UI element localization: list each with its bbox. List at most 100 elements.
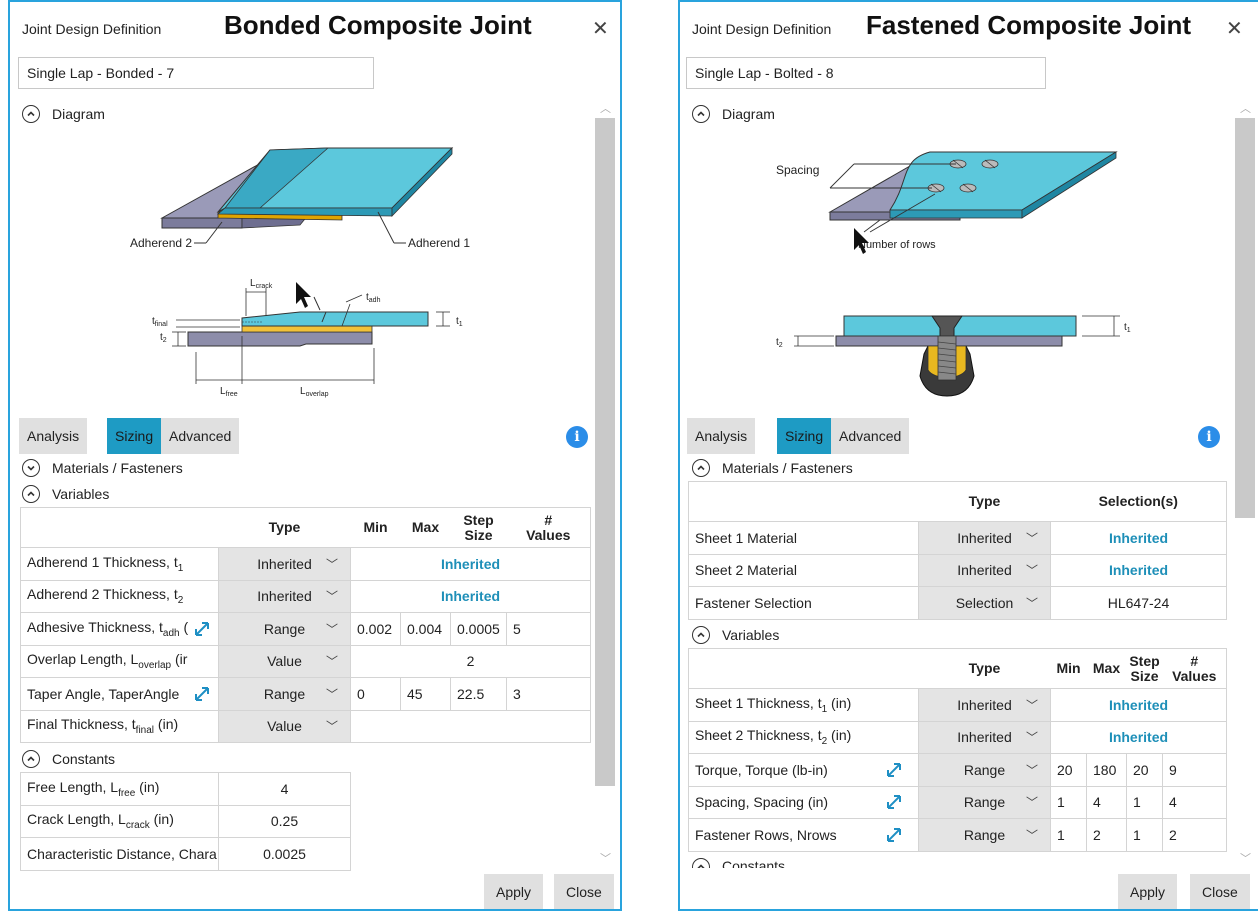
close-button[interactable]: Close [554,874,614,909]
materials-section-header[interactable]: Materials / Fasteners [22,459,183,477]
row-label: Adhesive Thickness, tadh ( [20,612,219,646]
value-input[interactable]: 2 [350,644,591,678]
min-input[interactable]: 1 [1050,818,1087,852]
scroll-down-icon[interactable]: ﹀ [1240,850,1251,866]
expand-arrows-icon[interactable] [192,619,212,639]
type-dropdown[interactable]: Value ﹀ [218,644,351,678]
step-input[interactable]: 22.5 [450,677,507,711]
min-input[interactable]: 0.002 [350,612,401,646]
num-values-input[interactable]: 2 [1162,818,1227,852]
tab-analysis[interactable]: Analysis [19,418,88,454]
tfinal-label: tfinal [152,316,168,328]
info-icon[interactable]: i [1198,426,1220,448]
col-min: Min [350,507,401,548]
constant-value[interactable]: 0.0025 [218,837,351,871]
tadh-label: tadh [366,292,381,304]
step-input[interactable]: 1 [1126,785,1163,819]
row-label: Final Thickness, tfinal (in) [20,709,219,743]
materials-section-header[interactable]: Materials / Fasteners [692,459,853,477]
scroll-up-icon[interactable]: ︿ [1240,100,1251,116]
max-input[interactable]: 0.004 [400,612,451,646]
num-values-input[interactable]: 3 [506,677,591,711]
col-type: Type [918,648,1051,689]
joint-name-input[interactable]: Single Lap - Bolted - 8 [686,57,1046,89]
constants-section-header[interactable]: Constants [22,750,115,768]
apply-button[interactable]: Apply [484,874,544,909]
row-label: Taper Angle, TaperAngle [20,677,219,711]
t1-label: t1 [1124,322,1131,334]
min-input[interactable]: 1 [1050,785,1087,819]
dialog-label: Joint Design Definition [22,21,162,37]
type-dropdown[interactable]: Range ﹀ [218,677,351,711]
fastened-joint-dialog: Joint Design Definition Fastened Composi… [678,0,1258,911]
max-input[interactable]: 45 [400,677,451,711]
type-dropdown[interactable]: Inherited ﹀ [918,553,1051,587]
close-icon[interactable]: ✕ [592,16,609,41]
table-row: Free Length, Lfree (in) 4 [20,772,351,806]
min-input[interactable]: 20 [1050,753,1087,787]
table-row: Fastener Rows, Nrows Range ﹀ 1 2 1 2 [688,818,1227,852]
type-dropdown[interactable]: Inherited ﹀ [218,547,351,581]
close-icon[interactable]: ✕ [1226,16,1243,41]
tab-sizing[interactable]: Sizing [107,418,162,454]
step-input[interactable]: 20 [1126,753,1163,787]
scroll-up-icon[interactable]: ︿ [600,100,611,116]
close-button[interactable]: Close [1190,874,1250,909]
scrollbar-thumb[interactable] [1235,118,1255,518]
rows-label: Number of rows [858,239,936,251]
expand-arrows-icon[interactable] [884,792,904,812]
type-dropdown[interactable]: Selection ﹀ [918,586,1051,620]
type-dropdown[interactable]: Inherited ﹀ [918,521,1051,555]
value-input[interactable] [350,709,591,743]
apply-button[interactable]: Apply [1118,874,1178,909]
table-header-row: Type Selection(s) [688,481,1227,522]
step-input[interactable]: 1 [1126,818,1163,852]
constants-label: Constants [52,751,116,767]
constant-value[interactable]: 4 [218,772,351,806]
tab-analysis[interactable]: Analysis [687,418,756,454]
tab-sizing[interactable]: Sizing [777,418,832,454]
chevron-down-icon: ﹀ [325,589,338,604]
tab-advanced[interactable]: Advanced [161,418,240,454]
expand-arrows-icon[interactable] [884,760,904,780]
type-dropdown[interactable]: Range ﹀ [918,818,1051,852]
col-min: Min [1050,648,1087,689]
type-dropdown[interactable]: Range ﹀ [218,612,351,646]
info-icon[interactable]: i [566,426,588,448]
diagram-section-header[interactable]: Diagram [22,105,105,123]
min-input[interactable]: 0 [350,677,401,711]
max-input[interactable]: 4 [1086,785,1127,819]
type-dropdown[interactable]: Range ﹀ [918,753,1051,787]
dialog-header: Joint Design Definition Fastened Composi… [680,2,1258,54]
expand-arrows-icon[interactable] [884,825,904,845]
row-label: Overlap Length, Loverlap (ir [20,644,219,678]
scrollbar-thumb[interactable] [595,118,615,786]
materials-label: Materials / Fasteners [722,460,853,476]
col-num-values: # Values [1162,648,1227,689]
selection-value[interactable]: HL647-24 [1050,586,1227,620]
type-dropdown[interactable]: Inherited ﹀ [918,688,1051,722]
row-label: Crack Length, Lcrack (in) [20,804,219,838]
dialog-header: Joint Design Definition Bonded Composite… [10,2,620,54]
max-input[interactable]: 2 [1086,818,1127,852]
type-dropdown[interactable]: Range ﹀ [918,785,1051,819]
max-input[interactable]: 180 [1086,753,1127,787]
t2-label: t2 [160,332,167,344]
step-input[interactable]: 0.0005 [450,612,507,646]
tab-advanced[interactable]: Advanced [831,418,910,454]
scroll-down-icon[interactable]: ﹀ [600,850,611,866]
chevron-down-icon: ﹀ [1025,763,1038,778]
expand-arrows-icon[interactable] [192,684,212,704]
type-dropdown[interactable]: Value ﹀ [218,709,351,743]
type-dropdown[interactable]: Inherited ﹀ [918,720,1051,754]
joint-name-input[interactable]: Single Lap - Bonded - 7 [18,57,374,89]
variables-section-header[interactable]: Variables [692,626,779,644]
variables-section-header[interactable]: Variables [22,485,109,503]
num-values-input[interactable]: 4 [1162,785,1227,819]
constant-value[interactable]: 0.25 [218,804,351,838]
num-values-input[interactable]: 9 [1162,753,1227,787]
type-dropdown[interactable]: Inherited ﹀ [218,579,351,613]
num-values-input[interactable]: 5 [506,612,591,646]
constants-section-header[interactable]: Constants [692,858,785,868]
diagram-section-header[interactable]: Diagram [692,105,775,123]
